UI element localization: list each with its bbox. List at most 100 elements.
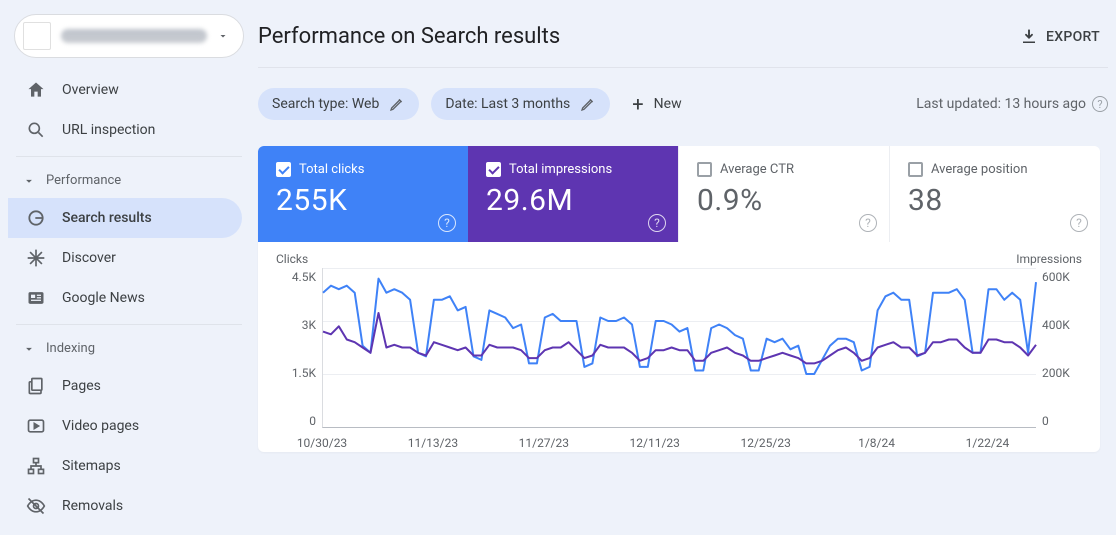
x-tick: 12/25/23 [740, 436, 790, 450]
pencil-icon [389, 96, 405, 112]
metric-card-impressions[interactable]: Total impressions 29.6M ? [468, 146, 678, 242]
checkbox-unchecked-icon [908, 162, 923, 177]
metric-label: Total impressions [509, 162, 612, 177]
property-thumbnail [23, 22, 51, 50]
google-g-icon [26, 208, 46, 228]
sidebar-item-label: Overview [62, 82, 119, 98]
asterisk-icon [26, 248, 46, 268]
search-icon [26, 120, 46, 140]
last-updated-label: Last updated: 13 hours ago [916, 96, 1086, 112]
divider [16, 156, 242, 157]
sidebar-item-video-pages[interactable]: Video pages [8, 406, 242, 446]
sidebar-item-sitemaps[interactable]: Sitemaps [8, 446, 242, 486]
sitemap-icon [26, 456, 46, 476]
x-tick: 1/8/24 [858, 436, 895, 450]
chevron-down-icon [217, 30, 229, 42]
plus-icon: + [632, 94, 643, 114]
sidebar-item-label: Pages [62, 378, 101, 394]
sidebar-item-label: Removals [62, 498, 123, 514]
sidebar: Overview URL inspection Performance Sear… [0, 0, 258, 535]
y-axis-right-title: Impressions [1016, 252, 1082, 266]
y-tick: 600K [1042, 270, 1070, 284]
y-tick: 0 [1042, 414, 1049, 428]
metric-card-clicks[interactable]: Total clicks 255K ? [258, 146, 468, 242]
sidebar-item-pages[interactable]: Pages [8, 366, 242, 406]
x-tick: 1/22/24 [966, 436, 1010, 450]
sidebar-group-label: Performance [46, 173, 121, 188]
sidebar-item-label: Search results [62, 210, 152, 226]
page-header: Performance on Search results EXPORT [258, 14, 1108, 68]
y-tick: 3K [302, 318, 316, 332]
eye-off-icon [26, 496, 46, 516]
checkbox-checked-icon [276, 162, 291, 177]
home-icon [26, 80, 46, 100]
help-icon[interactable]: ? [1070, 214, 1088, 232]
filter-date[interactable]: Date: Last 3 months [431, 88, 610, 120]
metric-value: 0.9% [697, 183, 871, 218]
metric-label: Average position [931, 162, 1028, 177]
metric-label: Total clicks [299, 162, 364, 177]
x-tick: 12/11/23 [630, 436, 680, 450]
export-button[interactable]: EXPORT [1020, 28, 1100, 46]
divider [16, 324, 242, 325]
sidebar-group-label: Indexing [46, 341, 95, 356]
x-axis: 10/30/23 11/13/23 11/27/23 12/11/23 12/25/23… [276, 428, 1082, 452]
y-tick: 0 [309, 414, 316, 428]
help-icon[interactable]: ? [1092, 96, 1108, 112]
x-tick: 10/30/23 [297, 436, 347, 450]
metrics-and-chart-card: Total clicks 255K ? Total impressions 29… [258, 146, 1100, 452]
export-label: EXPORT [1046, 29, 1100, 45]
y-tick: 1.5K [292, 366, 316, 380]
y-axis-right: 600K 400K 200K 0 [1036, 268, 1082, 428]
help-icon[interactable]: ? [859, 214, 877, 232]
sidebar-item-removals[interactable]: Removals [8, 486, 242, 526]
sidebar-item-label: URL inspection [62, 122, 155, 138]
help-icon[interactable]: ? [648, 214, 666, 232]
chart-plot-area[interactable] [322, 268, 1036, 428]
property-selector[interactable] [14, 14, 244, 58]
help-icon[interactable]: ? [438, 214, 456, 232]
metric-row: Total clicks 255K ? Total impressions 29… [258, 146, 1100, 242]
main-content: Performance on Search results EXPORT Sea… [258, 0, 1116, 535]
y-tick: 4.5K [292, 270, 316, 284]
x-tick: 11/27/23 [519, 436, 569, 450]
sidebar-item-label: Sitemaps [62, 458, 121, 474]
performance-chart: Clicks Impressions 4.5K 3K 1.5K 0 [258, 242, 1100, 452]
chevron-down-icon [22, 174, 36, 188]
filter-label: Search type: Web [272, 96, 379, 112]
y-tick: 200K [1042, 366, 1070, 380]
y-tick: 400K [1042, 318, 1070, 332]
filter-bar: Search type: Web Date: Last 3 months + N… [258, 68, 1108, 134]
sidebar-item-search-results[interactable]: Search results [8, 198, 242, 238]
y-axis-left-title: Clicks [276, 252, 308, 266]
sidebar-item-url-inspection[interactable]: URL inspection [8, 110, 242, 150]
x-tick: 11/13/23 [408, 436, 458, 450]
video-icon [26, 416, 46, 436]
sidebar-item-label: Discover [62, 250, 116, 266]
download-icon [1020, 28, 1038, 46]
sidebar-item-label: Video pages [62, 418, 139, 434]
metric-label: Average CTR [720, 162, 794, 177]
page-title: Performance on Search results [258, 24, 560, 49]
new-filter-label: New [654, 96, 682, 112]
metric-card-ctr[interactable]: Average CTR 0.9% ? [678, 146, 889, 242]
y-axis-left: 4.5K 3K 1.5K 0 [276, 268, 322, 428]
last-updated-text: Last updated: 13 hours ago ? [916, 96, 1108, 112]
metric-value: 255K [276, 183, 450, 218]
sidebar-item-label: Google News [62, 290, 145, 306]
metric-value: 38 [908, 183, 1082, 218]
sidebar-group-indexing[interactable]: Indexing [8, 331, 250, 366]
sidebar-item-google-news[interactable]: Google News [8, 278, 242, 318]
checkbox-checked-icon [486, 162, 501, 177]
metric-card-position[interactable]: Average position 38 ? [889, 146, 1100, 242]
chevron-down-icon [22, 342, 36, 356]
filter-search-type[interactable]: Search type: Web [258, 88, 419, 120]
metric-value: 29.6M [486, 183, 660, 218]
pencil-icon [580, 96, 596, 112]
property-name-redacted [61, 29, 207, 43]
add-filter-button[interactable]: + New [622, 86, 691, 122]
sidebar-group-performance[interactable]: Performance [8, 163, 250, 198]
news-icon [26, 288, 46, 308]
sidebar-item-discover[interactable]: Discover [8, 238, 242, 278]
sidebar-item-overview[interactable]: Overview [8, 70, 242, 110]
